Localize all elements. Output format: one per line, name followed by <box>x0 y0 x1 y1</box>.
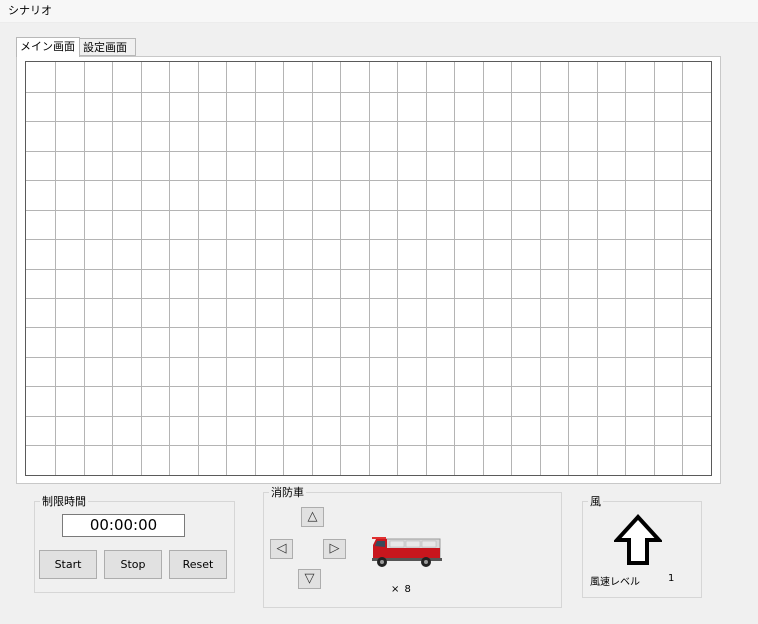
fire-truck-count: × 8 <box>391 584 412 595</box>
wind-level-value: 1 <box>668 573 675 584</box>
up-arrow-icon <box>614 514 662 565</box>
move-up-button[interactable]: △ <box>301 507 324 527</box>
fire-truck-title: 消防車 <box>269 486 306 499</box>
stop-button[interactable]: Stop <box>104 550 162 579</box>
reset-button[interactable]: Reset <box>169 550 227 579</box>
move-left-button[interactable]: ◁ <box>270 539 293 559</box>
time-limit-title: 制限時間 <box>40 495 88 508</box>
move-right-button[interactable]: ▷ <box>323 539 346 559</box>
timer-display: 00:00:00 <box>62 514 185 537</box>
menu-item-scenario[interactable]: シナリオ <box>6 4 54 18</box>
menu-bar: シナリオ <box>0 0 758 23</box>
start-button[interactable]: Start <box>39 550 97 579</box>
wind-level-label: 風速レベル <box>590 577 640 588</box>
fire-truck-icon <box>372 537 442 567</box>
tab-page-main <box>16 56 721 484</box>
wind-title: 風 <box>588 495 603 508</box>
map-grid[interactable] <box>25 61 712 476</box>
tab-main-screen[interactable]: メイン画面 <box>16 37 80 57</box>
move-down-button[interactable]: ▽ <box>298 569 321 589</box>
grid-canvas <box>26 62 711 475</box>
tab-settings-screen[interactable]: 設定画面 <box>80 38 136 56</box>
